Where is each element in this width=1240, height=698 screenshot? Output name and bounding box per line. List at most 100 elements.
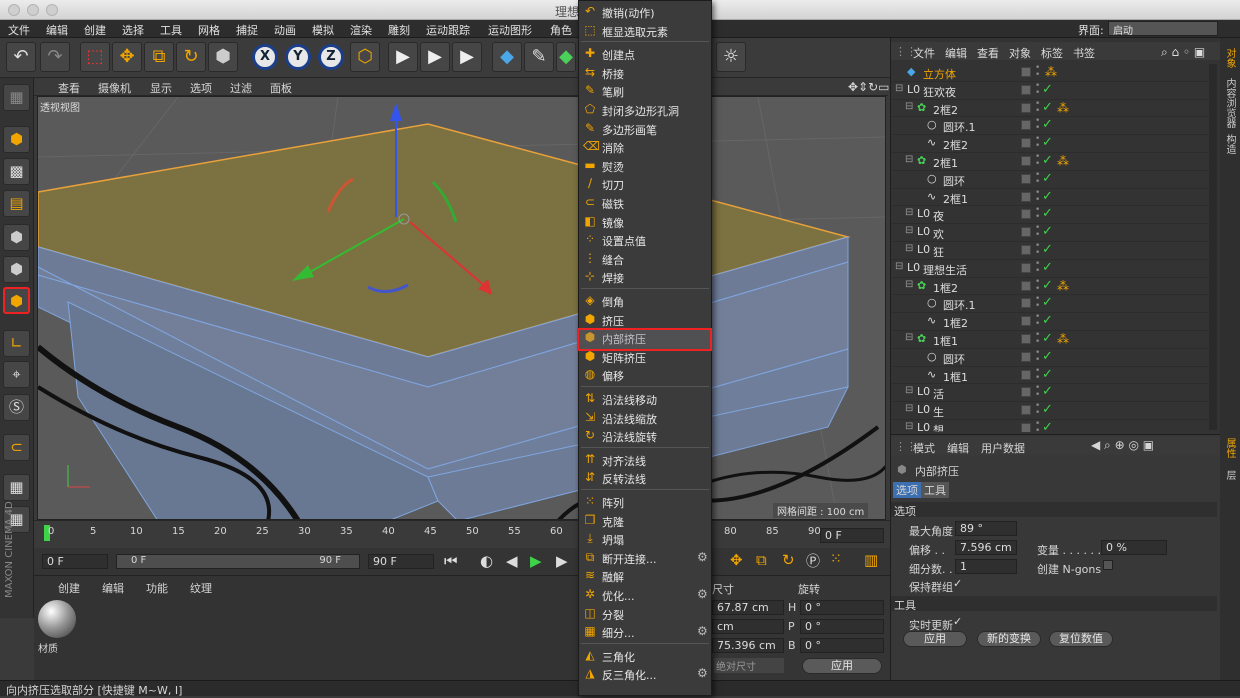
editor-visibility-icon[interactable] <box>1021 120 1031 131</box>
enabled-check-icon[interactable]: ✓ <box>1042 206 1053 221</box>
layout-select[interactable]: 启动 <box>1108 21 1218 37</box>
expand-icon[interactable]: ⊟ <box>905 154 913 165</box>
z-axis-icon[interactable]: Z <box>318 44 344 70</box>
rotation-field[interactable]: 0 ° <box>800 619 884 634</box>
menu-item-align-normals[interactable]: ⇈ 对齐法线 <box>579 450 711 469</box>
editor-visibility-icon[interactable] <box>1021 84 1031 95</box>
play-icon[interactable]: ▶ <box>530 552 542 570</box>
key-pla-icon[interactable]: ⁙ <box>830 551 842 567</box>
menu-item-bridge[interactable]: ⇆ 桥接 <box>579 63 711 82</box>
object-row[interactable]: ∿ 1框2 • • ✓ <box>891 313 1211 331</box>
menu-item-split[interactable]: ◫ 分裂 <box>579 604 711 623</box>
enabled-check-icon[interactable]: ✓ <box>1042 384 1053 399</box>
viewport-menu-4[interactable]: 过滤 <box>230 80 252 96</box>
enabled-check-icon[interactable]: ✓ <box>1042 260 1053 275</box>
object-row[interactable]: ⊟ L0 夜 • • ✓ <box>891 206 1211 225</box>
cube-icon[interactable]: ◆ <box>492 42 522 72</box>
editor-visibility-icon[interactable] <box>1021 405 1031 416</box>
visibility-dots-icon[interactable]: • • <box>1035 224 1040 240</box>
gear-icon[interactable]: ⚙ <box>697 624 708 638</box>
editor-visibility-icon[interactable] <box>1021 245 1031 255</box>
menu-item-12[interactable]: 运动图形 <box>488 22 532 38</box>
attr-menu-0[interactable]: 模式 <box>913 440 935 456</box>
end-frame-field[interactable]: 90 F <box>368 554 434 569</box>
visibility-dots-icon[interactable]: • • <box>1035 402 1040 418</box>
enabled-check-icon[interactable]: ✓ <box>1042 153 1053 168</box>
editor-visibility-icon[interactable] <box>1021 102 1031 113</box>
move-icon[interactable]: ✥ <box>112 42 142 72</box>
key-scale-icon[interactable]: ⧉ <box>756 551 767 569</box>
object-row[interactable]: ⊟ L0 生 • • ✓ <box>891 402 1211 420</box>
enabled-check-icon[interactable]: ✓ <box>1042 278 1053 293</box>
object-menu-5[interactable]: 书签 <box>1073 45 1095 61</box>
variance-field[interactable]: 0 % <box>1101 540 1167 555</box>
editor-visibility-icon[interactable] <box>1021 316 1031 327</box>
redo-icon[interactable]: ↷ <box>40 42 70 72</box>
menu-item-brush[interactable]: ✎ 笔刷 <box>579 81 711 100</box>
expand-icon[interactable]: ⊟ <box>905 225 913 236</box>
menu-item-2[interactable]: 创建 <box>84 22 106 38</box>
render-icon[interactable]: ▶ <box>420 42 450 72</box>
attr-menu-1[interactable]: 编辑 <box>947 440 969 456</box>
visibility-dots-icon[interactable]: • • <box>1035 277 1040 293</box>
editor-visibility-icon[interactable] <box>1021 191 1031 202</box>
workplane-icon[interactable]: ▤ <box>3 190 30 217</box>
menu-item-normal-rotate[interactable]: ↻ 沿法线旋转 <box>579 426 711 445</box>
y-axis-icon[interactable]: Y <box>285 44 311 70</box>
menu-item-stitch[interactable]: ⋮ 缝合 <box>579 249 711 268</box>
model-mode-icon[interactable]: ▦ <box>3 84 30 111</box>
expand-icon[interactable]: ⊟ <box>905 207 913 218</box>
visibility-dots-icon[interactable]: • • <box>1035 81 1040 97</box>
coord-mode-select[interactable]: 绝对尺寸 <box>714 658 784 673</box>
close-window-button[interactable] <box>8 4 20 16</box>
menu-item-5[interactable]: 网格 <box>198 22 220 38</box>
editor-visibility-icon[interactable] <box>1021 67 1031 77</box>
object-menu-1[interactable]: 编辑 <box>945 45 967 61</box>
offset-field[interactable]: 7.596 cm <box>955 540 1017 555</box>
next-frame-icon[interactable]: ▶ <box>556 552 568 570</box>
rotate-icon[interactable]: ↻ <box>176 42 206 72</box>
visibility-dots-icon[interactable]: • • <box>1035 206 1040 222</box>
expand-icon[interactable]: ⊟ <box>905 421 913 432</box>
material-menu-3[interactable]: 纹理 <box>190 580 212 596</box>
menu-item-polygon-pen[interactable]: ✎ 多边形画笔 <box>579 119 711 138</box>
enabled-check-icon[interactable]: ✓ <box>1042 313 1053 328</box>
record-icon[interactable]: ◐ <box>480 552 493 570</box>
enabled-check-icon[interactable]: ✓ <box>1042 171 1053 186</box>
enabled-check-icon[interactable]: ✓ <box>1042 420 1053 432</box>
visibility-dots-icon[interactable]: • • <box>1035 135 1040 151</box>
key-move-icon[interactable]: ✥ <box>730 551 743 569</box>
timeline-window-icon[interactable]: ▥ <box>864 551 878 569</box>
visibility-dots-icon[interactable]: • • <box>1035 99 1040 115</box>
menu-item-dissolve[interactable]: ⌫ 消除 <box>579 137 711 156</box>
side-tab-3[interactable]: 属性 <box>1223 438 1237 458</box>
object-row[interactable]: ○ 圆环.1 • • ✓ <box>891 117 1211 136</box>
object-row[interactable]: ⊟ ✿ 1框1 • • ✓ ⁂ <box>891 331 1211 349</box>
coord-apply-button[interactable]: 应用 <box>802 658 882 674</box>
object-row[interactable]: ⊟ L0 狂欢夜 • • ✓ <box>891 81 1211 100</box>
menu-item-optimize[interactable]: ✲ 优化... ⚙ <box>579 585 711 604</box>
object-menu-2[interactable]: 查看 <box>977 45 999 61</box>
menu-item-triangulate[interactable]: ◭ 三角化 <box>579 646 711 665</box>
object-scrollbar[interactable] <box>1209 64 1217 430</box>
menu-item-4[interactable]: 工具 <box>160 22 182 38</box>
editor-visibility-icon[interactable] <box>1021 369 1031 380</box>
side-tab-2[interactable]: 构造 <box>1223 134 1237 154</box>
timeline-ruler[interactable]: 0 F 0 5 10 15 20 25 30 35 40 45 50 55 60 80 85 90 <box>34 520 890 548</box>
visibility-dots-icon[interactable]: • • <box>1035 313 1040 329</box>
realtime-checkbox[interactable]: ✓ <box>953 615 962 628</box>
render-view-icon[interactable]: ▶ <box>388 42 418 72</box>
side-tab-0[interactable]: 对象 <box>1223 48 1237 68</box>
menu-item-6[interactable]: 捕捉 <box>236 22 258 38</box>
enabled-check-icon[interactable]: ✓ <box>1042 242 1053 257</box>
expand-icon[interactable]: ⊟ <box>905 332 913 343</box>
visibility-dots-icon[interactable]: • • <box>1035 384 1040 400</box>
editor-visibility-icon[interactable] <box>1021 262 1031 273</box>
side-tab-1[interactable]: 内容浏览器 <box>1223 78 1237 128</box>
expand-icon[interactable]: ⊟ <box>895 83 903 94</box>
expand-icon[interactable]: ⊟ <box>895 261 903 272</box>
menu-item-untriangulate[interactable]: ◮ 反三角化... ⚙ <box>579 664 711 683</box>
menu-item-iron[interactable]: ▬ 熨烫 <box>579 156 711 175</box>
viewport-nav-icon[interactable]: ✥⇕↻▭ <box>848 80 890 94</box>
edges-mode-icon[interactable]: ⬢ <box>3 256 30 283</box>
